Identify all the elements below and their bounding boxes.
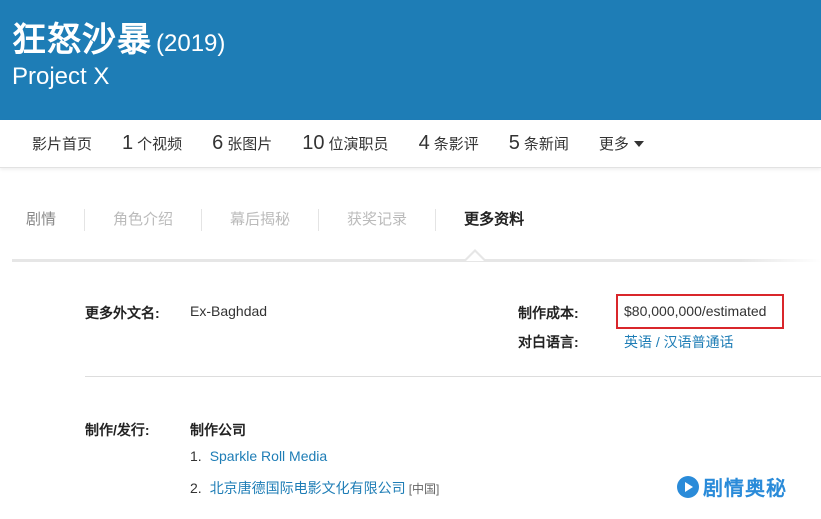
- nav-home-label: 影片首页: [32, 136, 93, 153]
- caret-down-icon: [633, 140, 644, 147]
- play-logo-icon: [677, 475, 699, 498]
- subtab-plot[interactable]: 剧情: [12, 209, 84, 231]
- nav-news-count: 5: [508, 132, 520, 154]
- subtab-more-info[interactable]: 更多资料: [435, 209, 552, 231]
- movie-header: 狂怒沙暴 (2019) Project X: [0, 0, 821, 120]
- nav-news[interactable]: 5 条新闻: [509, 132, 569, 155]
- subtab-awards[interactable]: 获奖记录: [318, 209, 435, 231]
- list-item: 2. 北京唐德国际电影文化有限公司 [中国]: [190, 478, 439, 508]
- active-tab-pointer-fill: [466, 252, 484, 261]
- company-link[interactable]: 北京唐德国际电影文化有限公司: [210, 478, 406, 498]
- nav-cast-label: 位演职员: [328, 136, 389, 153]
- budget-label: 制作成本:: [518, 305, 579, 321]
- company-region: [中国]: [408, 482, 440, 496]
- production-label: 制作/发行:: [85, 422, 150, 438]
- movie-year: (2019): [156, 30, 226, 57]
- aka-value: Ex-Baghdad: [190, 303, 268, 319]
- watermark-text: 剧情奥秘: [703, 478, 787, 500]
- company-list: 1. Sparkle Roll Media 2. 北京唐德国际电影文化有限公司 …: [190, 448, 439, 508]
- budget-highlight-box: [616, 294, 784, 329]
- subtab-characters[interactable]: 角色介绍: [84, 209, 201, 231]
- movie-title-cn: 狂怒沙暴: [12, 21, 152, 59]
- company-number: 1.: [190, 448, 202, 464]
- movie-title-en: Project X: [12, 63, 110, 90]
- subtab-behind-scenes[interactable]: 幕后揭秘: [201, 209, 318, 231]
- nav-reviews-count: 4: [418, 132, 430, 154]
- nav-news-label: 条新闻: [523, 136, 569, 153]
- nav-more-dropdown[interactable]: 更多: [599, 133, 644, 154]
- title-row: 狂怒沙暴 (2019): [12, 12, 225, 61]
- nav-more-label: 更多: [598, 136, 629, 153]
- nav-videos[interactable]: 1 个视频: [122, 132, 182, 155]
- nav-videos-label: 个视频: [137, 136, 183, 153]
- subtabs-underline: [12, 259, 821, 262]
- nav-images-label: 张图片: [227, 136, 273, 153]
- watermark: 剧情奥秘: [677, 472, 787, 501]
- aka-label: 更多外文名:: [85, 305, 160, 321]
- nav-images-count: 6: [212, 132, 224, 154]
- company-heading: 制作公司: [190, 422, 246, 438]
- nav-reviews-label: 条影评: [433, 136, 479, 153]
- nav-reviews[interactable]: 4 条影评: [419, 132, 479, 155]
- movie-nav: 影片首页 1 个视频 6 张图片 10 位演职员 4 条影评 5 条新闻 更多: [0, 120, 821, 168]
- language-link[interactable]: 英语 / 汉语普通话: [624, 332, 734, 352]
- nav-cast[interactable]: 10 位演职员: [302, 132, 388, 155]
- nav-images[interactable]: 6 张图片: [212, 132, 272, 155]
- language-label: 对白语言:: [518, 334, 579, 350]
- nav-videos-count: 1: [122, 132, 134, 154]
- section-divider: [85, 376, 821, 377]
- nav-cast-count: 10: [302, 132, 325, 154]
- nav-home[interactable]: 影片首页: [32, 133, 92, 154]
- detail-subtabs: 剧情 角色介绍 幕后揭秘 获奖记录 更多资料: [12, 202, 821, 262]
- list-item: 1. Sparkle Roll Media: [190, 448, 439, 478]
- company-number: 2.: [190, 480, 202, 496]
- company-link[interactable]: Sparkle Roll Media: [210, 448, 328, 464]
